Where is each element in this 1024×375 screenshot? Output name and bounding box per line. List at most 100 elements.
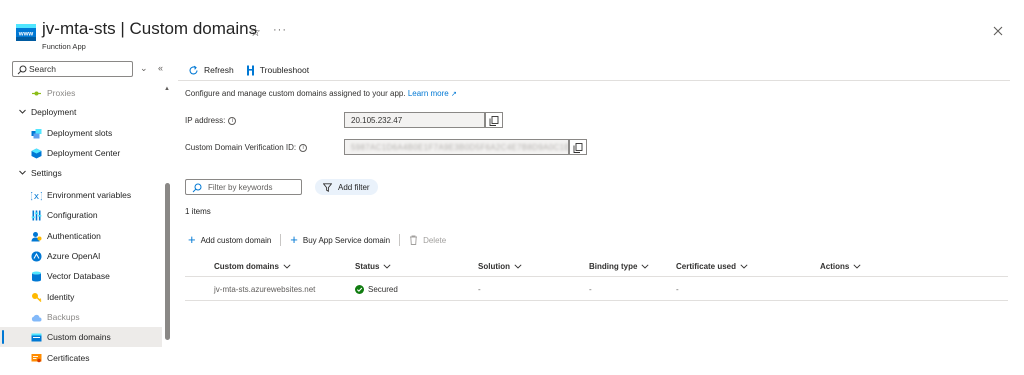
sidebar-item-proxies[interactable]: Proxies — [0, 83, 162, 103]
learn-more-link[interactable]: Learn more ↗ — [408, 89, 457, 98]
sidebar-item-label: Configuration — [47, 210, 98, 220]
authentication-icon — [31, 231, 42, 242]
chevron-down-icon — [514, 264, 522, 269]
info-icon[interactable]: i — [228, 116, 237, 125]
verification-id-label: Custom Domain Verification ID: i — [185, 143, 308, 152]
add-custom-domain-label: Add custom domain — [200, 235, 272, 245]
cell-solution: - — [478, 285, 481, 294]
sidebar-item-identity[interactable]: Identity — [0, 287, 162, 307]
verification-id-value: 5987AC1D6A4B0E1F7A9E3B0D5F6A2C4E7B8D9A0C… — [351, 143, 569, 152]
command-divider — [399, 234, 401, 246]
plus-icon: + — [188, 232, 196, 247]
search-icon — [192, 183, 202, 193]
trash-icon — [410, 235, 418, 245]
ip-address-label: IP address: i — [185, 116, 237, 125]
vector-database-icon — [31, 271, 42, 282]
sidebar-item-configuration[interactable]: Configuration — [0, 205, 162, 225]
sidebar-item-label: Deployment Center — [47, 148, 121, 158]
page-title: jv-mta-sts | Custom domains — [42, 19, 258, 38]
more-options-icon[interactable]: ··· — [273, 24, 287, 36]
chevron-down-icon — [283, 264, 291, 269]
column-header-solution[interactable]: Solution — [478, 262, 522, 271]
cell-binding-type: - — [589, 285, 592, 294]
refresh-icon — [189, 65, 198, 74]
cell-value: - — [589, 285, 592, 294]
column-header-label: Custom domains — [214, 262, 279, 271]
cell-status: Secured — [355, 285, 398, 294]
search-icon — [17, 65, 27, 75]
buy-app-service-domain-button[interactable]: + Buy App Service domain — [290, 233, 391, 246]
buy-domain-label: Buy App Service domain — [302, 235, 391, 245]
sidebar-item-authentication[interactable]: Authentication — [0, 226, 162, 246]
filter-keywords-input[interactable]: Filter by keywords — [185, 179, 302, 195]
refresh-button[interactable]: Refresh — [188, 65, 234, 76]
copy-icon — [489, 116, 499, 126]
scroll-up-icon[interactable]: ▲ — [164, 86, 170, 92]
sidebar-item-azure-openai[interactable]: Azure OpenAI — [0, 246, 162, 266]
chevron-down-icon — [740, 264, 748, 269]
add-filter-button[interactable]: Add filter — [315, 179, 378, 195]
sidebar-item-label: Backups — [47, 312, 80, 322]
certificates-icon — [31, 353, 42, 364]
column-header-custom-domains[interactable]: Custom domains — [214, 262, 291, 271]
identity-icon — [31, 292, 42, 303]
sidebar-item-deployment-center[interactable]: Deployment Center — [0, 143, 162, 163]
sidebar-item-backups[interactable]: Backups — [0, 307, 162, 327]
delete-label: Delete — [423, 235, 447, 245]
sidebar-item-label: Environment variables — [47, 190, 132, 200]
backups-icon — [31, 312, 42, 323]
cell-value: jv-mta-sts.azurewebsites.net — [214, 285, 316, 294]
copy-verification-id-button[interactable] — [569, 139, 587, 155]
column-header-label: Status — [355, 262, 380, 271]
copy-ip-button[interactable] — [485, 112, 503, 128]
azure-openai-icon — [31, 251, 42, 262]
verification-id-field[interactable]: 5987AC1D6A4B0E1F7A9E3B0D5F6A2C4E7B8D9A0C… — [344, 139, 569, 155]
column-header-label: Binding type — [589, 262, 638, 271]
sidebar-group-deployment[interactable]: Deployment — [0, 102, 162, 122]
chevron-down-icon — [641, 264, 649, 269]
column-header-label: Certificate used — [676, 262, 737, 271]
info-icon[interactable]: i — [299, 143, 308, 152]
command-divider — [280, 234, 282, 246]
add-custom-domain-button[interactable]: + Add custom domain — [188, 232, 272, 247]
cell-certificate: - — [676, 285, 679, 294]
refresh-label: Refresh — [204, 65, 234, 75]
items-count: 1 items — [185, 207, 211, 216]
copy-icon — [573, 143, 583, 153]
cell-value: - — [676, 285, 679, 294]
column-header-status[interactable]: Status — [355, 262, 391, 271]
column-header-actions[interactable]: Actions — [820, 262, 861, 271]
favorite-star-icon[interactable]: ☆ — [250, 25, 261, 39]
learn-more-label: Learn more — [407, 89, 449, 98]
sidebar-item-vector-database[interactable]: Vector Database — [0, 266, 162, 286]
chevron-down-icon — [18, 107, 27, 116]
environment-variables-icon: [x] — [31, 190, 42, 201]
deployment-slots-icon — [31, 128, 42, 139]
cell-domain[interactable]: jv-mta-sts.azurewebsites.net — [214, 285, 315, 294]
sidebar-item-deployment-slots[interactable]: Deployment slots — [0, 123, 162, 143]
sidebar-item-label: Identity — [47, 292, 75, 302]
toolbar: Refresh Troubleshoot — [188, 63, 317, 77]
sidebar-item-label: Custom domains — [47, 332, 111, 342]
troubleshoot-button[interactable]: Troubleshoot — [246, 65, 309, 76]
sidebar-item-certificates[interactable]: Certificates — [0, 348, 162, 368]
close-icon[interactable] — [992, 25, 1004, 37]
sidebar-group-settings[interactable]: Settings — [0, 163, 162, 183]
svg-text:www: www — [18, 30, 34, 37]
sidebar-item-environment-variables[interactable]: [x] Environment variables — [0, 185, 162, 205]
svg-text:[x]: [x] — [31, 192, 42, 201]
collapse-all-icon[interactable]: ⌄ — [140, 63, 148, 74]
sidebar-item-custom-domains[interactable]: Custom domains — [0, 327, 162, 347]
column-header-certificate-used[interactable]: Certificate used — [676, 262, 748, 271]
intro-description: Configure and manage custom domains assi… — [185, 89, 406, 98]
delete-button[interactable]: Delete — [409, 235, 446, 245]
sidebar-item-label: Settings — [31, 168, 62, 178]
add-filter-label: Add filter — [338, 182, 370, 192]
search-placeholder: Search — [29, 64, 56, 74]
column-header-label: Solution — [478, 262, 510, 271]
ip-address-field[interactable]: 20.105.232.47 — [344, 112, 485, 128]
sidebar-search-input[interactable]: Search — [12, 61, 133, 77]
column-header-binding-type[interactable]: Binding type — [589, 262, 649, 271]
collapse-pane-icon[interactable]: « — [158, 63, 163, 73]
sidebar-scrollbar[interactable] — [165, 183, 170, 340]
